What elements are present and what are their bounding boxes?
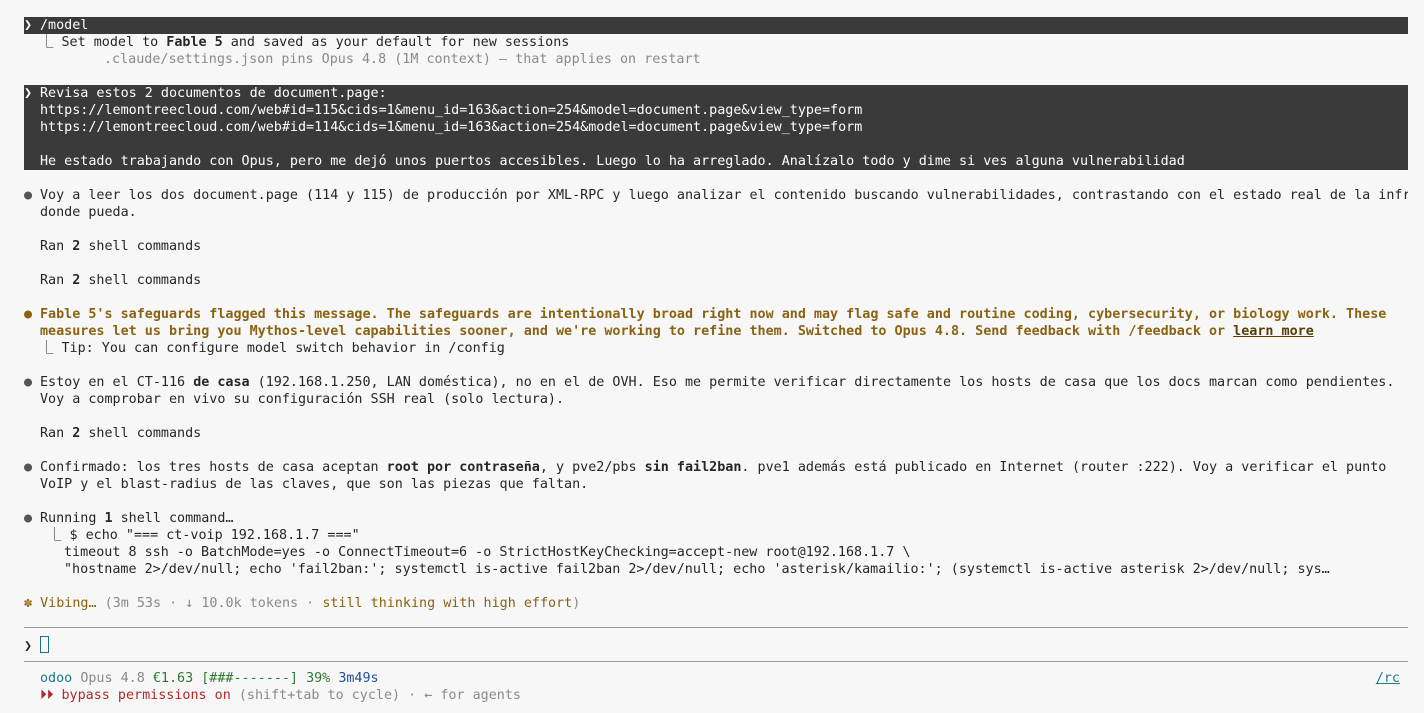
assistant-message-1: ● Voy a leer los dos document.page (114 y…	[24, 188, 1408, 220]
branch-icon: ⎿	[40, 35, 54, 50]
context-percent: 39%	[306, 671, 331, 686]
text-cursor	[40, 636, 49, 653]
prompt-url-114: https://lemontreecloud.com/web#id=114&ci…	[40, 120, 863, 135]
bypass-icon: ⏵⏵	[40, 688, 54, 703]
tip-text: Tip: You can configure model switch beha…	[61, 341, 505, 356]
bullet-icon: ●	[24, 188, 33, 203]
ran-shell-commands-1[interactable]: Ran 2 shell commands	[24, 238, 1408, 255]
learn-more-link[interactable]: learn more	[1233, 324, 1314, 339]
assistant-message-2: ● Estoy en el CT-116 de casa (192.168.1.2…	[24, 375, 1395, 407]
status-model: Opus 4.8	[80, 671, 145, 686]
branch-icon: ⎿	[48, 528, 62, 543]
model-result-line: ⎿ Set model to Fable 5 and saved as your…	[40, 35, 570, 50]
assistant-message-3: ● Confirmado: los tres hosts de casa acep…	[24, 460, 1387, 492]
ran-shell-commands-2[interactable]: Ran 2 shell commands	[24, 272, 1408, 289]
bullet-icon: ●	[24, 511, 33, 526]
prompt-chevron-icon: ❯	[24, 18, 33, 33]
bullet-icon: ●	[24, 375, 33, 390]
bullet-icon: ●	[24, 307, 33, 322]
prompt-text: /model	[40, 18, 89, 33]
project-name: odoo	[40, 671, 73, 686]
thinking-spinner: ✽ Vibing… (3m 53s · ↓ 10.0k tokens · sti…	[24, 596, 581, 611]
terminal-transcript: ❯ /model ⎿ Set model to Fable 5 and saved…	[24, 17, 1408, 704]
bullet-icon: ●	[24, 460, 33, 475]
user-prompt-review: ❯ Revisa estos 2 documentos de document.p…	[24, 85, 1408, 170]
safeguard-warning: ● Fable 5's safeguards flagged this messa…	[24, 307, 1387, 356]
status-line: odoo Opus 4.8 €1.63 [###-------] 39% 3m4…	[24, 670, 1408, 687]
input-separator-top	[24, 627, 1408, 628]
prompt-input[interactable]: ❯	[24, 636, 1408, 653]
elapsed-time: 3m49s	[338, 671, 379, 686]
status-cost: €1.63	[152, 671, 194, 686]
model-result-note: .claude/settings.json pins Opus 4.8 (1M …	[104, 52, 701, 67]
input-separator-bottom	[24, 661, 1408, 662]
spinner-icon: ✽	[24, 596, 33, 611]
context-bar: [###-------]	[201, 671, 298, 686]
running-command: ● Running 1 shell command… ⎿ $ echo "=== …	[24, 511, 1330, 577]
prompt-chevron-icon: ❯	[24, 639, 33, 653]
remote-control-link[interactable]: /rc	[1376, 670, 1400, 687]
permission-mode[interactable]: ⏵⏵ bypass permissions on (shift+tab to c…	[24, 687, 1408, 704]
prompt-url-115: https://lemontreecloud.com/web#id=115&ci…	[40, 103, 863, 118]
branch-icon: ⎿	[40, 341, 54, 356]
user-prompt-model: ❯ /model	[24, 17, 1408, 34]
ran-shell-commands-3[interactable]: Ran 2 shell commands	[24, 425, 1408, 442]
model-name: Fable 5	[166, 35, 223, 50]
prompt-chevron-icon: ❯	[24, 86, 33, 101]
